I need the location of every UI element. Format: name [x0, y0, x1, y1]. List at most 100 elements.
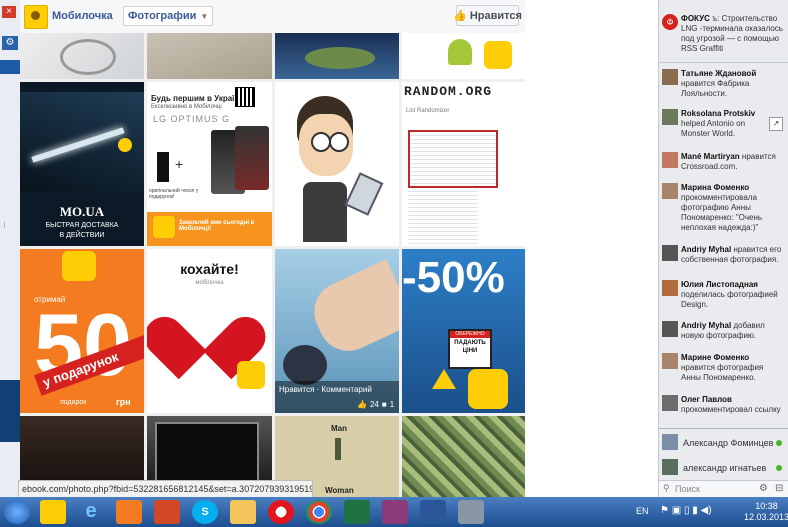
media-player-icon[interactable]	[116, 500, 142, 524]
page-avatar[interactable]	[24, 5, 48, 29]
ticker-text: helped Antonio on Monster World.	[681, 119, 746, 138]
kohaite-sub: мобілочка	[195, 280, 224, 286]
minimize-icon[interactable]: ⊟	[775, 483, 783, 494]
sign-mid: ПАДАЮТЬ	[454, 340, 486, 346]
photo-tile-kohaite[interactable]: кохайте! мобілочка	[147, 249, 272, 413]
taskbar-clock[interactable]: 10:38 12.03.2013	[744, 501, 788, 523]
avatar	[662, 280, 678, 296]
yellow-app-icon[interactable]	[40, 500, 66, 524]
language-indicator[interactable]: EN	[636, 506, 649, 516]
excel-icon[interactable]	[344, 500, 370, 524]
ticker-name: Roksolana Protskiv	[681, 109, 756, 118]
left-browser-strip: × ⚙ ⁝	[0, 0, 21, 497]
online-indicator	[776, 465, 782, 471]
photo-tile-minus-50[interactable]: -50% ОБЕРЕЖНО ПАДАЮТЬ ЦІНИ	[402, 249, 525, 413]
lg-order-text: Замовляй вже сьогодні в Мобілочці!	[179, 220, 255, 232]
photos-dropdown[interactable]: Фотографии ▼	[123, 6, 214, 26]
chat-divider	[659, 428, 788, 429]
woman-label: Woman	[325, 486, 354, 495]
warning-sign: ОБЕРЕЖНО ПАДАЮТЬ ЦІНИ	[448, 329, 492, 369]
close-tab-icon[interactable]: ×	[2, 6, 16, 18]
word-icon[interactable]	[420, 500, 446, 524]
photo-tile-box[interactable]	[147, 33, 272, 79]
lg-headline: Будь першим в Україні!	[151, 94, 245, 103]
photo-tile-lg-optimus[interactable]: Будь першим в Україні! Ексклюзивно в Моб…	[147, 82, 272, 246]
folder-icon[interactable]	[230, 500, 256, 524]
phone-small-icon	[157, 152, 169, 182]
archive-icon[interactable]	[382, 500, 408, 524]
photo-tile-cable[interactable]	[20, 33, 144, 79]
phone-in-hand-icon	[344, 172, 384, 216]
ticker-sidebar: Ф ФОКУС ъ: Строительство LNG -терминала …	[658, 0, 788, 498]
search-icon: ⚲	[663, 483, 670, 493]
tray-icons[interactable]: ⚑ ▣ ▯ ▮ ◀)	[660, 505, 712, 516]
chat-contact[interactable]: александр игнатьев	[659, 456, 788, 478]
photo-tile-mouse[interactable]: Нравится · Комментарий 👍 24 ■ 1	[275, 249, 399, 413]
man-label: Man	[331, 424, 347, 433]
avatar	[662, 245, 678, 261]
clock-time: 10:38	[755, 501, 778, 511]
chrome-icon[interactable]	[306, 500, 332, 524]
photo-tile-cartoon[interactable]	[275, 82, 399, 246]
calculator-icon[interactable]	[458, 500, 484, 524]
photo-tile-random-org[interactable]: RANDOM.ORG List Randomizer	[402, 82, 525, 246]
photo-stats: 👍 24 ■ 1	[357, 400, 394, 409]
gear-icon[interactable]: ⚙	[759, 483, 768, 494]
ticker-name: Татьяне Ждановой	[681, 69, 757, 78]
warning-triangle-icon	[432, 369, 456, 389]
chat-contact[interactable]: Александр Фоминцев	[659, 431, 788, 453]
ticker-text: поделилась фотографией Design.	[681, 290, 778, 309]
mouse-image	[283, 345, 327, 385]
random-org-title: RANDOM.ORG	[404, 84, 493, 99]
ticker-text: нравится Фабрика Лояльности.	[681, 79, 750, 98]
photo-tile-android[interactable]	[402, 33, 525, 79]
spiral-eyes-icon	[311, 132, 331, 152]
ticker-name: Марина Фоменко	[681, 183, 750, 192]
photo-likes-count: 24	[369, 400, 379, 409]
page-name-link[interactable]: Мобилочка	[52, 10, 113, 22]
opera-icon[interactable]	[268, 500, 294, 524]
expand-icon[interactable]: ↗	[769, 117, 783, 131]
ticker-text: прокомментировала фотографию Анны Понома…	[681, 193, 763, 232]
ticker-name: Олег Павлов	[681, 395, 732, 404]
avatar	[662, 459, 678, 475]
qr-code-icon	[235, 87, 255, 107]
avatar	[662, 395, 678, 411]
ticker-name: Юлия Листопадная	[681, 280, 758, 289]
windows-taskbar: e S EN ⚑ ▣ ▯ ▮ ◀)	[0, 497, 788, 527]
photo-tile-fabric[interactable]	[402, 416, 525, 497]
internet-explorer-icon[interactable]: e	[78, 500, 104, 524]
strip-segment	[0, 60, 20, 74]
like-comment-links[interactable]: Нравится · Комментарий	[279, 385, 372, 394]
ticker-name: Andriy Myhal	[681, 321, 732, 330]
skype-icon[interactable]: S	[192, 500, 218, 524]
ticker-name: Mané Martiryan	[681, 152, 740, 161]
settings-icon[interactable]: ⚙	[2, 36, 18, 50]
thumbs-up-icon: 👍	[357, 400, 367, 409]
random-org-sub: List Randomizer	[406, 108, 450, 114]
like-button[interactable]: 👍 Нравится	[453, 5, 522, 26]
avatar	[662, 152, 678, 168]
comment-icon: ■	[381, 400, 387, 409]
kohaite-title: кохайте!	[180, 261, 239, 277]
fifty-bottom-text: подарок	[60, 399, 87, 406]
avatar	[662, 434, 678, 450]
lg-subheadline: Ексклюзивно в Мобілочці	[151, 104, 222, 110]
photo-comments-count: 1	[389, 400, 395, 409]
start-button[interactable]	[4, 500, 30, 524]
thumbs-up-icon: 👍	[453, 10, 467, 22]
avatar	[662, 321, 678, 337]
photo-tile-island[interactable]	[275, 33, 399, 79]
chat-search-input[interactable]: Поиск	[675, 484, 700, 494]
chat-search-bar[interactable]: ⚲ Поиск ⚙ ⊟	[659, 480, 788, 498]
lg-order-banner: Замовляй вже сьогодні в Мобілочці!	[147, 212, 272, 246]
avatar	[662, 353, 678, 369]
photo-tile-mo-ua[interactable]: MO.UA БЫСТРАЯ ДОСТАВКА В ДЕЙСТВИИ	[20, 82, 144, 246]
like-button-label: Нравится	[469, 9, 522, 22]
photo-tile-50-gift[interactable]: отримай 50 у подарунок подарок грн	[20, 249, 144, 413]
ticker-text: нравится фотография Анны Пономаренко.	[681, 363, 764, 382]
presentation-app-icon[interactable]	[154, 500, 180, 524]
strip-segment	[0, 380, 20, 442]
ticker-divider	[659, 62, 788, 63]
online-indicator	[776, 440, 782, 446]
